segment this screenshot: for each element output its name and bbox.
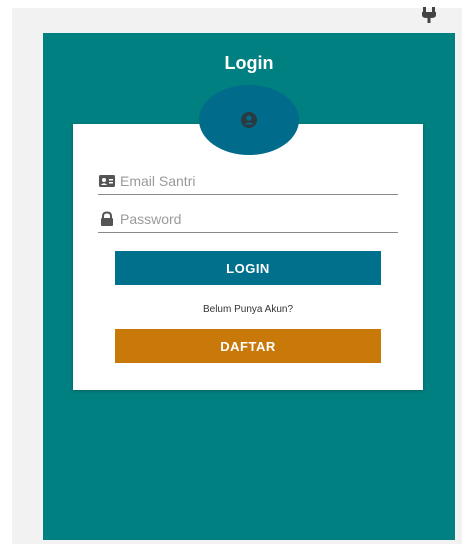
avatar: [199, 85, 299, 155]
login-card: LOGIN Belum Punya Akun? DAFTAR: [73, 124, 423, 390]
email-input[interactable]: [120, 170, 390, 192]
page-title: Login: [224, 53, 274, 73]
login-button[interactable]: LOGIN: [115, 251, 381, 285]
register-prompt: Belum Punya Akun?: [202, 304, 294, 315]
login-screen: Login Email Santri LOGIN Belum Punya Aku…: [43, 33, 455, 540]
password-field-row: [98, 208, 398, 233]
id-card-icon: [98, 173, 116, 189]
password-input[interactable]: [120, 208, 390, 230]
email-field-row: [98, 170, 398, 195]
lock-icon: [98, 211, 116, 227]
user-circle-icon: [239, 110, 259, 130]
plug-icon: [420, 6, 438, 24]
register-button[interactable]: DAFTAR: [115, 329, 381, 363]
